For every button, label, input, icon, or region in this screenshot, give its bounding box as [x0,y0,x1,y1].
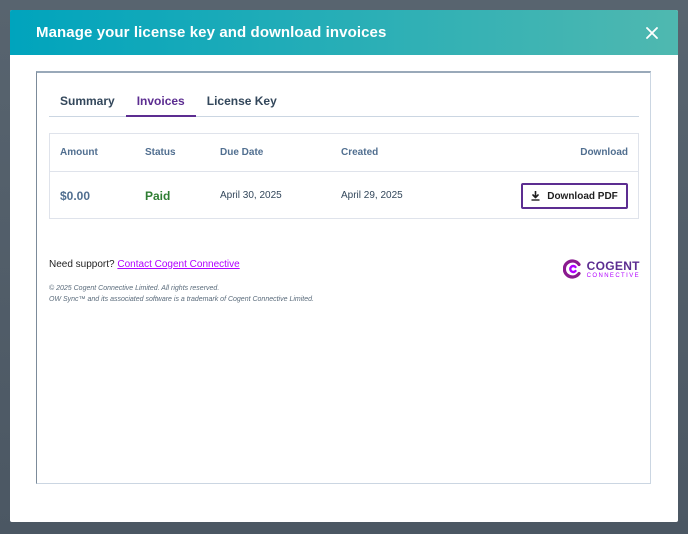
cogent-logo-icon [562,259,581,279]
copyright-text: © 2025 Cogent Connective Limited. All ri… [49,285,220,292]
logo-wordmark: COGENT [586,258,640,273]
tab-summary[interactable]: Summary [49,85,126,117]
table-header: Amount Status Due Date Created Download [50,134,638,172]
content-frame: Summary Invoices License Key Amount Stat… [36,71,651,484]
modal-header: Manage your license key and download inv… [10,10,678,55]
row-created: April 29, 2025 [341,190,403,201]
legal-text: © 2025 Cogent Connective Limited. All ri… [49,283,314,305]
logo-subtitle: CONNECTIVE [586,272,640,279]
cogent-logo: COGENT CONNECTIVE [562,258,640,279]
tab-bar: Summary Invoices License Key [49,85,639,117]
header-amount: Amount [60,147,98,158]
download-icon [531,191,540,201]
license-modal: Manage your license key and download inv… [10,10,678,522]
invoices-table: Amount Status Due Date Created Download … [49,133,639,219]
download-pdf-button[interactable]: Download PDF [521,183,628,209]
row-due-date: April 30, 2025 [220,190,282,201]
modal-title: Manage your license key and download inv… [36,24,387,41]
close-icon [646,26,658,39]
tab-license-key[interactable]: License Key [196,85,288,117]
header-status: Status [145,147,176,158]
header-due-date: Due Date [220,147,264,158]
close-button[interactable] [642,23,662,43]
support-prefix: Need support? [49,259,115,270]
row-amount: $0.00 [60,188,91,203]
header-download: Download [580,147,628,158]
support-line: Need support? Contact Cogent Connective [49,259,240,270]
trademark-text: OW Sync™ and its associated software is … [49,296,314,303]
table-row: $0.00 Paid April 30, 2025 April 29, 2025… [50,172,638,219]
tab-invoices[interactable]: Invoices [125,85,196,117]
download-pdf-label: Download PDF [547,190,618,202]
row-status: Paid [145,188,171,203]
contact-link[interactable]: Contact Cogent Connective [117,259,239,270]
header-created: Created [341,147,379,158]
